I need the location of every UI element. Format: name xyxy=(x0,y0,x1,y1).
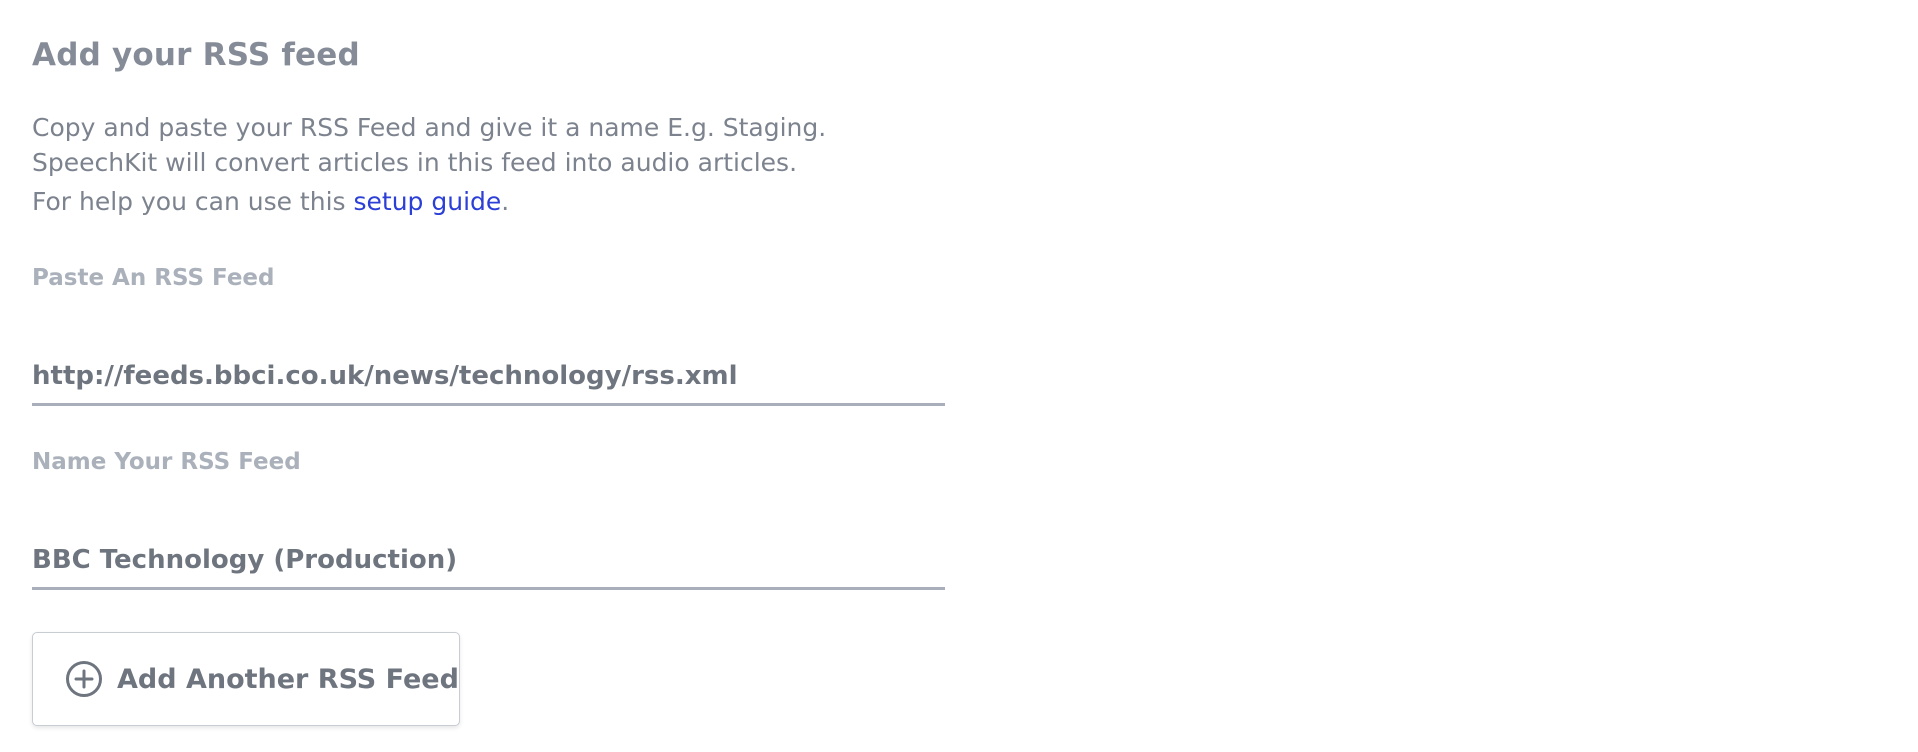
rss-feed-url-label: Paste An RSS Feed xyxy=(32,265,275,291)
help-text: For help you can use this setup guide. xyxy=(32,184,826,219)
description-line-1: Copy and paste your RSS Feed and give it… xyxy=(32,113,827,142)
help-suffix: . xyxy=(501,187,510,216)
add-another-rss-feed-label: Add Another RSS Feed xyxy=(117,663,459,695)
rss-feed-name-label: Name Your RSS Feed xyxy=(32,449,301,475)
description-line-2: SpeechKit will convert articles in this … xyxy=(32,148,798,177)
setup-guide-link[interactable]: setup guide xyxy=(354,187,502,216)
add-another-rss-feed-button[interactable]: Add Another RSS Feed xyxy=(32,632,460,726)
rss-feed-url-input[interactable] xyxy=(32,348,945,406)
plus-circle-icon xyxy=(65,660,103,698)
help-prefix: For help you can use this xyxy=(32,187,354,216)
form-description: Copy and paste your RSS Feed and give it… xyxy=(32,110,826,219)
form-title: Add your RSS feed xyxy=(32,37,360,73)
rss-feed-name-input[interactable] xyxy=(32,532,945,590)
